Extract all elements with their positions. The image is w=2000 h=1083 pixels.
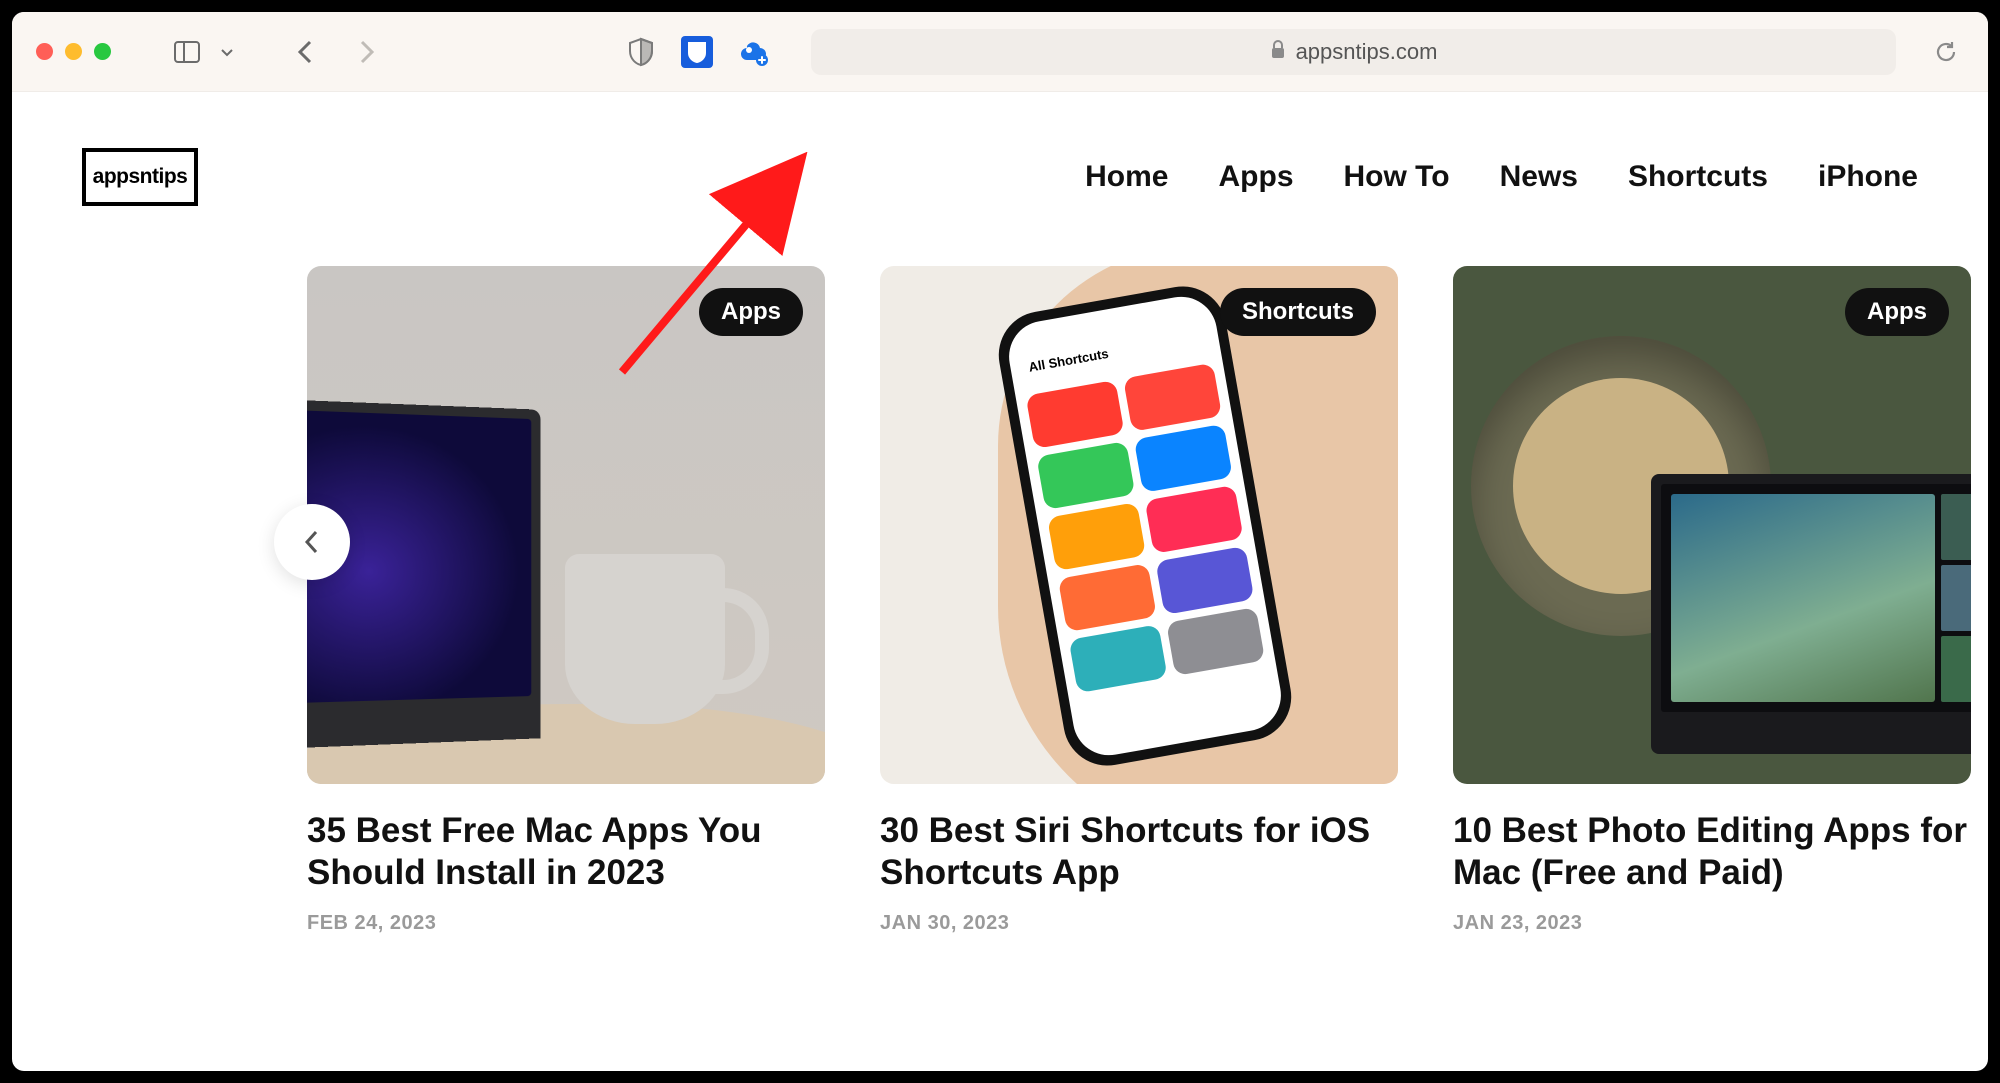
card-date: JAN 30, 2023 bbox=[880, 912, 1398, 935]
card-category-badge[interactable]: Shortcuts bbox=[1220, 288, 1376, 336]
carousel-prev-button[interactable] bbox=[274, 504, 350, 580]
card-image: All Shortcuts Shortcuts bbox=[880, 266, 1398, 784]
card-title: 30 Best Siri Shortcuts for iOS Shortcuts… bbox=[880, 810, 1398, 894]
nav-link-iphone[interactable]: iPhone bbox=[1818, 160, 1918, 194]
privacy-shield-button[interactable] bbox=[623, 34, 659, 70]
site-logo-text: appsntips bbox=[93, 165, 188, 189]
forward-button[interactable] bbox=[349, 34, 385, 70]
site-logo[interactable]: appsntips bbox=[82, 148, 198, 206]
cloud-plus-icon bbox=[736, 38, 770, 66]
featured-card[interactable]: All Shortcuts Shortcuts 30 Best Si bbox=[880, 266, 1398, 935]
bitwarden-extension-button[interactable] bbox=[681, 36, 713, 68]
navigation-arrows bbox=[287, 34, 385, 70]
browser-toolbar: appsntips.com bbox=[12, 12, 1988, 92]
nav-link-home[interactable]: Home bbox=[1085, 160, 1168, 194]
toolbar-extension-icons bbox=[623, 34, 771, 70]
site-header: appsntips Home Apps How To News Shortcut… bbox=[52, 92, 1948, 266]
chevron-down-icon bbox=[220, 47, 234, 57]
window-controls bbox=[36, 43, 111, 60]
nav-link-howto[interactable]: How To bbox=[1344, 160, 1450, 194]
featured-card[interactable]: Apps 35 Best Free Mac Apps You Should In… bbox=[307, 266, 825, 935]
card-image: Apps bbox=[1453, 266, 1971, 784]
card-image: Apps bbox=[307, 266, 825, 784]
nav-link-apps[interactable]: Apps bbox=[1219, 160, 1294, 194]
address-bar[interactable]: appsntips.com bbox=[811, 29, 1896, 75]
card-date: JAN 23, 2023 bbox=[1453, 912, 1971, 935]
cloud-save-extension-button[interactable] bbox=[735, 34, 771, 70]
chevron-right-icon bbox=[358, 38, 376, 66]
fullscreen-window-button[interactable] bbox=[94, 43, 111, 60]
card-category-badge[interactable]: Apps bbox=[1845, 288, 1949, 336]
chevron-left-icon bbox=[304, 529, 320, 555]
back-button[interactable] bbox=[287, 34, 323, 70]
card-date: FEB 24, 2023 bbox=[307, 912, 825, 935]
bitwarden-icon bbox=[687, 41, 707, 63]
chevron-left-icon bbox=[296, 38, 314, 66]
reload-button[interactable] bbox=[1928, 34, 1964, 70]
sidebar-toggle-button[interactable] bbox=[169, 34, 205, 70]
nav-link-shortcuts[interactable]: Shortcuts bbox=[1628, 160, 1768, 194]
sidebar-toggle-group bbox=[169, 34, 245, 70]
shield-icon bbox=[628, 37, 654, 67]
card-title: 35 Best Free Mac Apps You Should Install… bbox=[307, 810, 825, 894]
address-bar-url: appsntips.com bbox=[1296, 39, 1438, 65]
featured-card[interactable]: Apps 10 Best Photo Editing Apps for Mac … bbox=[1453, 266, 1971, 935]
reload-icon bbox=[1934, 39, 1958, 65]
sidebar-icon bbox=[174, 41, 200, 63]
featured-carousel: Apps 35 Best Free Mac Apps You Should In… bbox=[52, 266, 1948, 935]
minimize-window-button[interactable] bbox=[65, 43, 82, 60]
card-title: 10 Best Photo Editing Apps for Mac (Free… bbox=[1453, 810, 1971, 894]
tab-group-dropdown[interactable] bbox=[209, 34, 245, 70]
card-category-badge[interactable]: Apps bbox=[699, 288, 803, 336]
close-window-button[interactable] bbox=[36, 43, 53, 60]
site-nav: Home Apps How To News Shortcuts iPhone bbox=[1085, 160, 1918, 194]
nav-link-news[interactable]: News bbox=[1500, 160, 1578, 194]
web-page-content: appsntips Home Apps How To News Shortcut… bbox=[12, 92, 1988, 1071]
safari-window: appsntips.com appsntips Home Apps bbox=[12, 12, 1988, 1071]
lock-icon bbox=[1270, 39, 1286, 65]
